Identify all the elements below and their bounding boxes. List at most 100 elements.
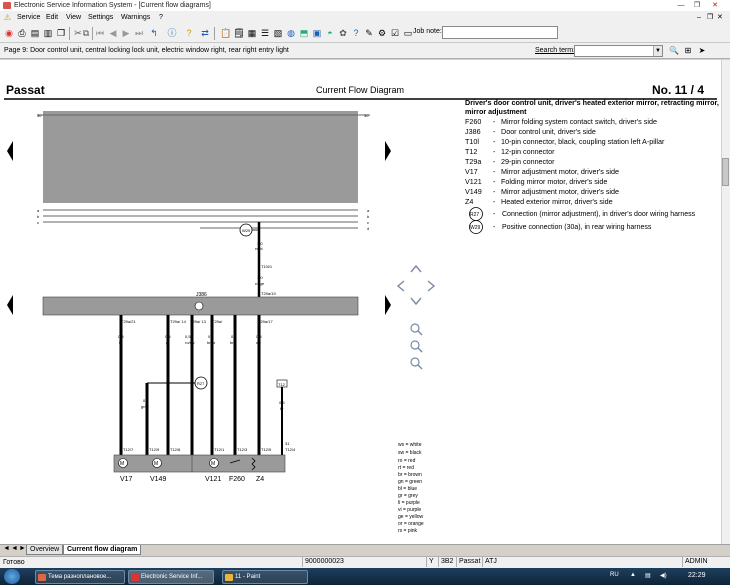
maximize-button[interactable]: ❐	[690, 1, 704, 10]
edit-icon[interactable]: ✎	[363, 27, 375, 39]
language-indicator[interactable]: RU	[610, 572, 619, 578]
zoom-in-icon[interactable]	[410, 323, 423, 336]
prev-section-arrow-icon[interactable]	[7, 295, 13, 315]
legend-code: F260	[465, 117, 482, 126]
rail-label: b	[37, 214, 40, 219]
clipboard-icon[interactable]: 📋	[220, 27, 232, 39]
wire-color: ro/ge	[255, 281, 265, 286]
legend-dash: -	[493, 157, 496, 166]
legend-connection-code: W29	[470, 225, 481, 231]
ground-symbol	[194, 301, 204, 311]
zoom-out-icon[interactable]	[410, 357, 423, 370]
pin-label: T12/4	[285, 447, 296, 452]
pages-icon[interactable]: ❐	[55, 27, 67, 39]
taskbar-task-esi[interactable]: Electronic Service Inf...	[128, 570, 214, 584]
mdi-minimize-button[interactable]: –	[697, 11, 701, 24]
volume-icon[interactable]: ◀)	[660, 572, 667, 579]
swap-icon[interactable]: ⇄	[199, 27, 211, 39]
search-icon[interactable]: 🔍	[668, 45, 680, 57]
document-list-icon[interactable]: ▥	[42, 27, 54, 39]
wire-size: 0,5	[208, 334, 214, 339]
pan-right-icon[interactable]	[427, 280, 436, 292]
tray-arrow-icon[interactable]: ▲	[630, 572, 636, 578]
chart-icon[interactable]: ▧	[272, 27, 284, 39]
wire-size: 0,5	[165, 334, 171, 339]
vertical-scrollbar[interactable]	[721, 60, 730, 544]
car-icon[interactable]: ◓	[324, 27, 336, 39]
last-page-icon[interactable]: ⏭	[133, 27, 145, 39]
task-label: 11 - Paint	[235, 574, 261, 580]
search-next-icon[interactable]: ➤	[696, 45, 708, 57]
next-section-arrow-icon[interactable]	[385, 295, 391, 315]
legend-row: V17 - Mirror adjustment motor, driver's si…	[465, 167, 719, 177]
jump-icon[interactable]: ↰	[148, 27, 160, 39]
component-label: Z4	[256, 476, 264, 483]
tab-nav-first-icon[interactable]: ◄	[3, 545, 10, 552]
menu-edit[interactable]: Edit	[46, 11, 58, 24]
next-page-icon[interactable]: ▶	[120, 27, 132, 39]
menu-service[interactable]: Service	[17, 11, 40, 24]
model-title: Passat	[6, 83, 45, 97]
menu-warnings[interactable]: Warnings	[121, 11, 150, 24]
search-label: Search term:	[535, 47, 576, 54]
logo-icon[interactable]: ◉	[3, 27, 15, 39]
start-button[interactable]	[4, 569, 20, 584]
tab-nav-next-icon[interactable]: ►	[19, 545, 26, 552]
document-icon[interactable]: ▤	[29, 27, 41, 39]
taskbar-task-paint[interactable]: 11 - Paint	[222, 570, 308, 584]
chevron-down-icon[interactable]: ▼	[653, 46, 662, 56]
legend-row: Z4 - Heated exterior mirror, driver's side	[465, 197, 719, 207]
prev-section-arrow-icon[interactable]	[7, 141, 13, 161]
table-icon[interactable]: ▦	[246, 27, 258, 39]
menu-settings[interactable]: Settings	[88, 11, 113, 24]
prev-page-icon[interactable]: ◀	[107, 27, 119, 39]
close-button[interactable]: ✕	[708, 1, 722, 10]
job-note-input[interactable]	[442, 26, 558, 39]
diagram-viewport[interactable]: Passat Current Flow Diagram No. 11 / 4 3…	[0, 60, 721, 544]
first-page-icon[interactable]: ⏮	[94, 27, 106, 39]
motor-letter: M	[154, 461, 158, 467]
info-icon[interactable]: ⓘ	[166, 27, 178, 39]
status-model: Passat	[456, 557, 482, 567]
zoom-fit-icon[interactable]	[410, 340, 423, 353]
question-icon[interactable]: ?	[183, 27, 195, 39]
minimize-button[interactable]: —	[674, 1, 688, 10]
wire-color: rs/bl	[255, 246, 263, 251]
pan-up-icon[interactable]	[410, 264, 422, 273]
hint-icon[interactable]: ?	[350, 27, 362, 39]
rail-label: c	[37, 220, 39, 225]
list-icon[interactable]: ☰	[259, 27, 271, 39]
container-icon[interactable]: ▣	[311, 27, 323, 39]
page-path: Page 9: Door control unit, central locki…	[4, 47, 289, 54]
search-options-icon[interactable]: ⊞	[682, 45, 694, 57]
doc-check-icon[interactable]: ☑	[389, 27, 401, 39]
mdi-restore-button[interactable]: ❐	[707, 11, 713, 24]
status-doc-number: 9000000023	[302, 557, 422, 567]
tab-current-flow-diagram[interactable]: Current flow diagram	[63, 545, 142, 555]
menu-help[interactable]: ?	[159, 11, 163, 24]
copy-icon[interactable]: ⧉	[80, 27, 92, 39]
notes-icon[interactable]: 🗒	[233, 27, 245, 39]
scrollbar-thumb[interactable]	[722, 158, 729, 186]
pan-left-icon[interactable]	[396, 280, 405, 292]
mdi-close-button[interactable]: ✕	[717, 11, 723, 24]
next-section-arrow-icon[interactable]	[385, 141, 391, 161]
pan-down-icon[interactable]	[410, 297, 422, 306]
tab-nav-prev-icon[interactable]: ◄	[11, 545, 18, 552]
taskbar-task-forum[interactable]: Тема разноплановое...	[35, 570, 125, 584]
rail-label: c	[367, 220, 369, 225]
globe-icon[interactable]: ◍	[285, 27, 297, 39]
wire-size: 0,5	[256, 334, 262, 339]
network-icon[interactable]: ▤	[645, 572, 651, 579]
print-icon[interactable]: ⎙	[16, 27, 28, 39]
bookmark-icon[interactable]: ⬒	[298, 27, 310, 39]
search-input[interactable]: ▼	[574, 45, 663, 57]
legend-code: T29a	[465, 157, 482, 166]
toolbar-divider	[214, 27, 215, 40]
flower-icon[interactable]: ✿	[337, 27, 349, 39]
pin-label: T12/7	[123, 447, 134, 452]
tab-overview[interactable]: Overview	[26, 545, 64, 555]
menu-view[interactable]: View	[66, 11, 81, 24]
legend-desc: 12-pin connector	[501, 147, 555, 156]
tools-icon[interactable]: ⚙	[376, 27, 388, 39]
